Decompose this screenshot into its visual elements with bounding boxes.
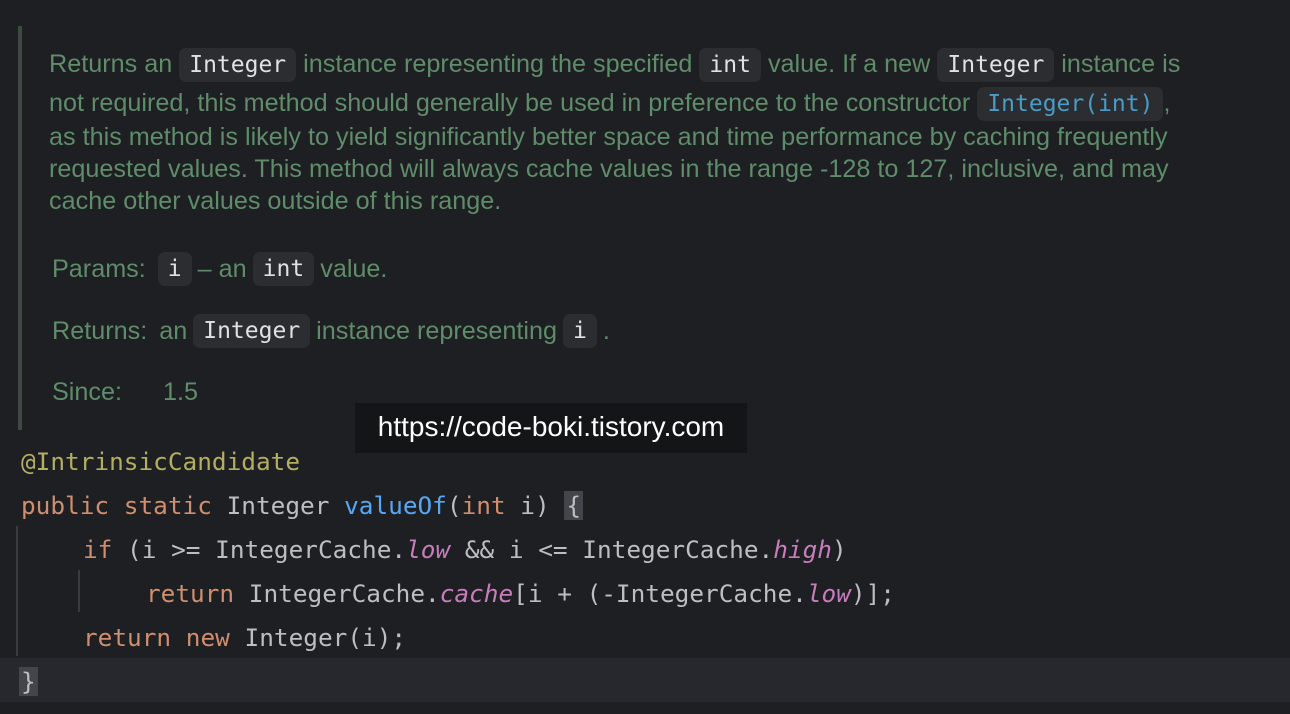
doc-since-row: Since: 1.5	[52, 372, 198, 412]
keyword: return	[146, 579, 235, 608]
doc-line-5: cache other values outside of this range…	[49, 187, 502, 215]
params-label: Params:	[52, 254, 146, 283]
param-name-chip: i	[157, 252, 192, 286]
keyword: if	[83, 535, 113, 564]
return-statement: return IntegerCache.cache[i + (-IntegerC…	[146, 572, 895, 616]
returns-label: Returns:	[52, 316, 148, 345]
doc-text: – an	[197, 254, 247, 283]
param-type: int	[461, 491, 506, 520]
signature: public static Integer valueOf(int i) {	[21, 484, 584, 528]
return-var-chip: i	[563, 314, 597, 348]
return-type: Integer	[226, 491, 330, 520]
paren: (	[446, 491, 462, 520]
code-line-return-cache: return IntegerCache.cache[i + (-IntegerC…	[0, 572, 1290, 616]
doc-line-1: Returns an Integer instance representing…	[49, 44, 1285, 85]
doc-text: instance representing the specified	[296, 50, 700, 78]
if-statement: if (i >= IntegerCache.low && i <= Intege…	[83, 528, 847, 572]
watermark: https://code-boki.tistory.com	[355, 403, 747, 453]
code-line-if: if (i >= IntegerCache.low && i <= Intege…	[0, 528, 1290, 572]
static-field: low	[406, 535, 451, 564]
code-line-close: }	[0, 660, 1290, 704]
doc-line-4: requested values. This method will alway…	[49, 155, 1169, 183]
doc-line-3: as this method is likely to yield signif…	[49, 123, 1168, 151]
keyword: public	[21, 491, 110, 520]
keyword: new	[185, 623, 230, 652]
doc-params-row: Params: i – an int value.	[52, 249, 387, 289]
return-type-chip: Integer	[193, 314, 311, 348]
doc-text: ,	[1163, 89, 1171, 117]
since-value: 1.5	[163, 377, 199, 406]
doc-line-2: not required, this method should general…	[49, 85, 1285, 122]
doc-text: instance representing	[316, 316, 558, 345]
doc-text: instance is	[1054, 50, 1181, 78]
code-editor[interactable]: @IntrinsicCandidate public static Intege…	[0, 440, 1290, 704]
doc-returns-row: Returns: an Integer instance representin…	[52, 311, 610, 351]
method-name: valueOf	[344, 491, 447, 520]
open-brace-match: {	[564, 491, 584, 520]
annotation: @IntrinsicCandidate	[21, 447, 301, 476]
return-statement: return new Integer(i);	[83, 616, 406, 660]
param-type-chip: int	[252, 252, 315, 286]
since-label: Since:	[52, 377, 123, 406]
doc-text: value.	[320, 254, 388, 283]
param-name: i)	[505, 491, 565, 520]
doc-text: Returns an	[49, 50, 180, 78]
keyword: static	[123, 491, 212, 520]
keyword: return	[83, 623, 172, 652]
code-line-signature: public static Integer valueOf(int i) {	[0, 484, 1290, 528]
doc-text: value. If a new	[760, 50, 938, 78]
code-text: IntegerCache.	[234, 579, 440, 608]
code-line-return-new: return new Integer(i);	[0, 616, 1290, 660]
static-field: low	[806, 579, 851, 608]
close-brace-match: }	[19, 667, 38, 696]
doc-text: an	[159, 316, 188, 345]
code-text: && i <= IntegerCache.	[450, 535, 774, 564]
javadoc-description: Returns an Integer instance representing…	[49, 44, 1285, 217]
code-text: )];	[850, 579, 895, 608]
code-text: [i + (-IntegerCache.	[513, 579, 807, 608]
code-chip-int: int	[699, 48, 761, 83]
code-chip-integer: Integer	[179, 48, 297, 83]
javadoc-panel: Returns an Integer instance representing…	[0, 0, 1290, 430]
doc-text: .	[602, 316, 610, 345]
code-chip-integer: Integer	[937, 48, 1055, 83]
code-text: Integer(i);	[229, 623, 407, 652]
static-field: cache	[439, 579, 514, 608]
static-field: high	[773, 535, 832, 564]
doc-text: not required, this method should general…	[49, 89, 978, 117]
code-text: (i >= IntegerCache.	[112, 535, 407, 564]
constructor-link[interactable]: Integer(int)	[977, 87, 1164, 122]
code-text: )	[831, 535, 847, 564]
javadoc-left-bar	[18, 26, 22, 430]
